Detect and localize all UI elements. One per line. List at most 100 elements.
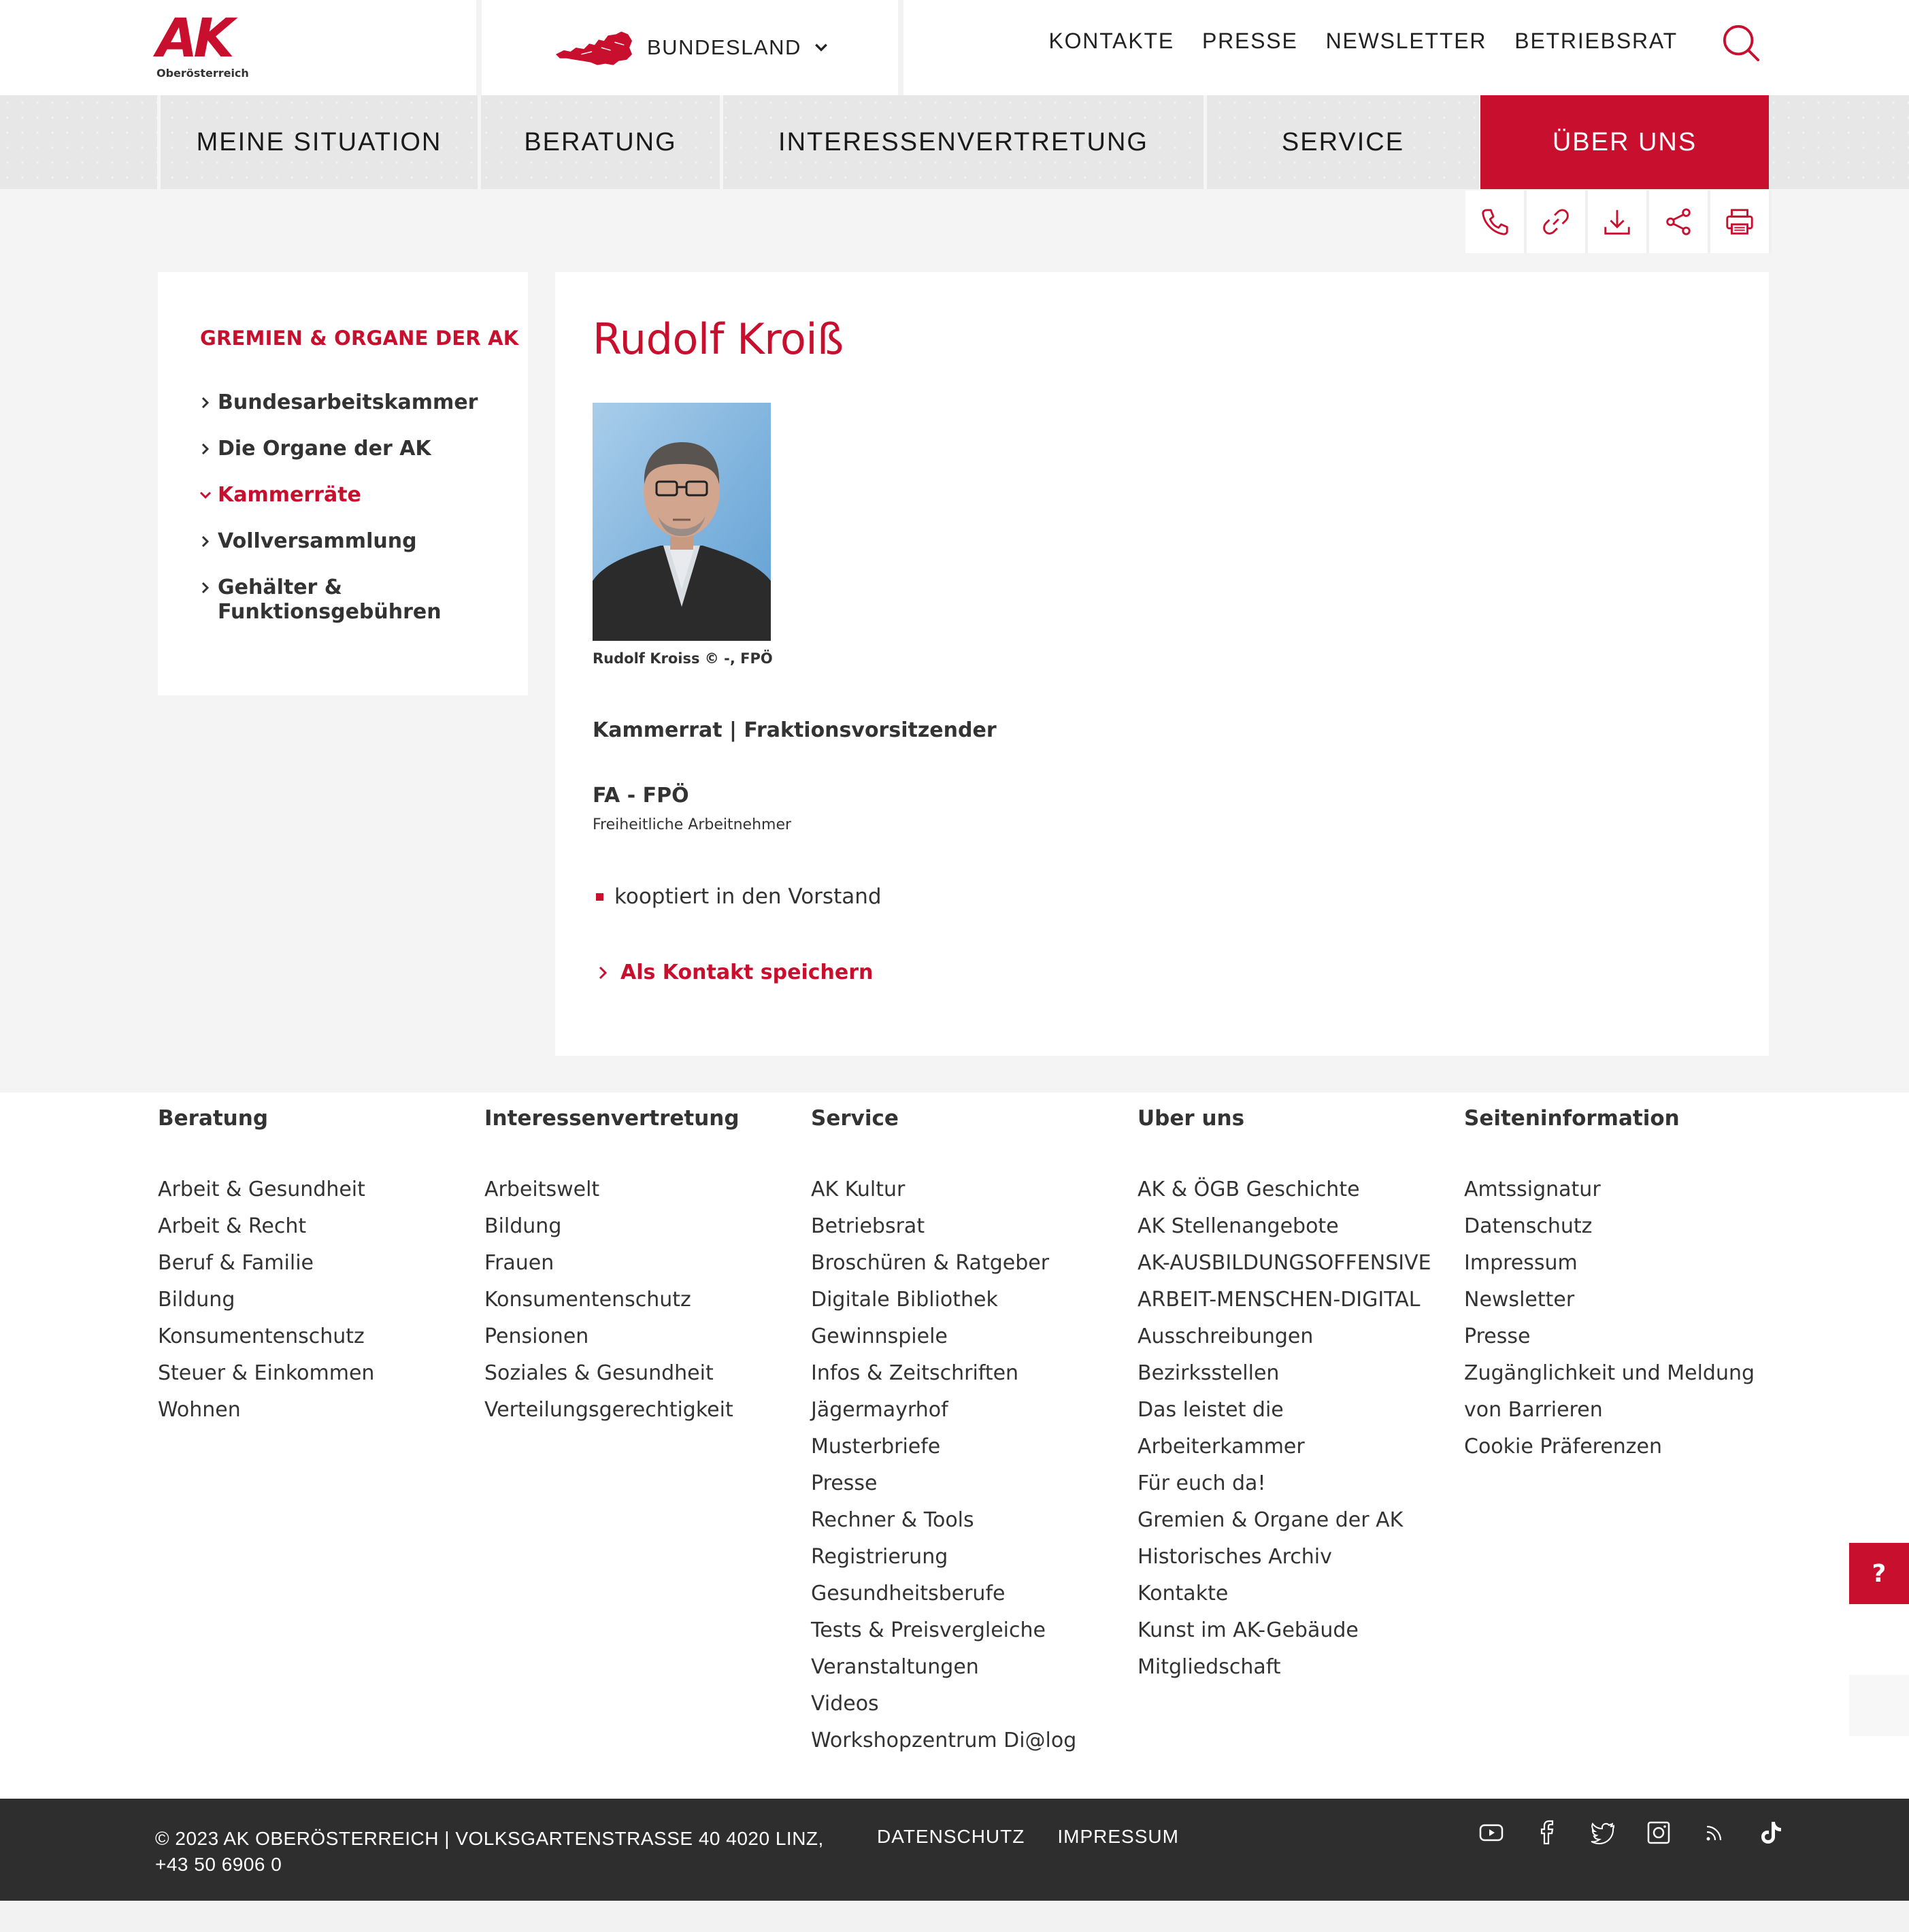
nav-beratung[interactable]: BERATUNG (481, 95, 720, 189)
top-links: KONTAKTE PRESSE NEWSLETTER BETRIEBSRAT (1048, 29, 1678, 54)
footer-link[interactable]: Bezirksstellen (1138, 1355, 1431, 1392)
footer-link[interactable]: Jägermayrhof (811, 1392, 1076, 1429)
footer-link[interactable]: Datenschutz (1464, 1208, 1755, 1245)
footer-link[interactable]: AK Stellenangebote (1138, 1208, 1431, 1245)
top-link-betriebsrat[interactable]: BETRIEBSRAT (1514, 29, 1678, 54)
save-contact-link[interactable]: Als Kontakt speichern (597, 961, 873, 984)
footer-link[interactable]: Pensionen (484, 1318, 740, 1355)
nav-meine-situation[interactable]: MEINE SITUATION (161, 95, 478, 189)
top-link-kontakte[interactable]: KONTAKTE (1048, 29, 1174, 54)
footer-link[interactable]: Kontakte (1138, 1576, 1431, 1612)
nav-interessenvertretung[interactable]: INTERESSENVERTRETUNG (723, 95, 1204, 189)
footer-link[interactable]: Veranstaltungen (811, 1649, 1076, 1686)
footer-link[interactable]: Arbeiterkammer (1138, 1429, 1431, 1465)
ak-logo[interactable]: AK Oberösterreich (156, 12, 249, 80)
help-button[interactable]: ? (1849, 1543, 1909, 1604)
footer-link[interactable]: Gremien & Organe der AK (1138, 1502, 1431, 1539)
copy-link-button[interactable] (1527, 190, 1588, 253)
sidebar-item-gehaelter[interactable]: Gehälter & Funktionsgebühren (200, 576, 486, 624)
bottom-bar: © 2023 AK OBERÖSTERREICH | VOLKSGARTENST… (0, 1799, 1909, 1901)
footer-link[interactable]: Beruf & Familie (158, 1245, 374, 1282)
footer-link[interactable]: Konsumentenschutz (158, 1318, 374, 1355)
back-to-top-button[interactable] (1849, 1675, 1909, 1736)
rss-icon[interactable] (1699, 1818, 1729, 1848)
footer-column-service: Service AK Kultur Betriebsrat Broschüren… (811, 1106, 1076, 1759)
footer-link[interactable]: Tests & Preisvergleiche (811, 1612, 1076, 1649)
download-button[interactable] (1588, 190, 1649, 253)
footer-link[interactable]: Presse (1464, 1318, 1755, 1355)
footer-link[interactable]: Gesundheitsberufe (811, 1576, 1076, 1612)
footer-link[interactable]: Registrierung (811, 1539, 1076, 1576)
sidebar-title[interactable]: GREMIEN & ORGANE DER AK (200, 327, 528, 350)
footer-link[interactable]: AK & ÖGB Geschichte (1138, 1171, 1431, 1208)
footer-link[interactable]: Arbeit & Recht (158, 1208, 374, 1245)
phone-button[interactable] (1465, 190, 1527, 253)
sidebar-item-kammerraete[interactable]: Kammerräte (200, 483, 486, 507)
footer-link[interactable]: Wohnen (158, 1392, 374, 1429)
footer-link[interactable]: Musterbriefe (811, 1429, 1076, 1465)
footer-link[interactable]: Soziales & Gesundheit (484, 1355, 740, 1392)
share-button[interactable] (1649, 190, 1710, 253)
tiktok-icon[interactable] (1755, 1818, 1785, 1848)
footer-link[interactable]: Impressum (1464, 1245, 1755, 1282)
footer-link[interactable]: Infos & Zeitschriften (811, 1355, 1076, 1392)
top-link-newsletter[interactable]: NEWSLETTER (1326, 29, 1487, 54)
footer-link[interactable]: Mitgliedschaft (1138, 1649, 1431, 1686)
search-icon[interactable] (1721, 23, 1761, 63)
print-button[interactable] (1710, 190, 1772, 253)
footer-link[interactable]: Newsletter (1464, 1282, 1755, 1318)
footer-link[interactable]: Für euch da! (1138, 1465, 1431, 1502)
youtube-icon[interactable] (1476, 1818, 1506, 1848)
top-header: AK Oberösterreich BUNDESLAND KONTAKTE PR… (0, 0, 1909, 95)
footer-link[interactable]: Verteilungsgerechtigkeit (484, 1392, 740, 1429)
chevron-right-icon (201, 444, 210, 454)
footer-link[interactable]: Gewinnspiele (811, 1318, 1076, 1355)
footer-link[interactable]: Amtssignatur (1464, 1171, 1755, 1208)
footer-link[interactable]: Workshopzentrum Di@log (811, 1722, 1076, 1759)
footer-link[interactable]: Ausschreibungen (1138, 1318, 1431, 1355)
footer-link[interactable]: Historisches Archiv (1138, 1539, 1431, 1576)
footer-link[interactable]: von Barrieren (1464, 1392, 1755, 1429)
main-nav: MEINE SITUATION BERATUNG INTERESSENVERTR… (0, 95, 1909, 189)
footer-link[interactable]: Frauen (484, 1245, 740, 1282)
footer-link[interactable]: Videos (811, 1686, 1076, 1722)
chevron-right-icon (201, 397, 210, 408)
footer-link[interactable]: Betriebsrat (811, 1208, 1076, 1245)
nav-ueber-uns[interactable]: ÜBER UNS (1480, 95, 1769, 189)
sidebar-item-vollversammlung[interactable]: Vollversammlung (200, 529, 486, 554)
footer-link[interactable]: Cookie Präferenzen (1464, 1429, 1755, 1465)
footer-link[interactable]: Das leistet die (1138, 1392, 1431, 1429)
footer-link[interactable]: Bildung (158, 1282, 374, 1318)
footer-link[interactable]: Digitale Bibliothek (811, 1282, 1076, 1318)
footer-link[interactable]: Konsumentenschutz (484, 1282, 740, 1318)
bundesland-selector[interactable]: BUNDESLAND (554, 26, 829, 69)
logo-region: Oberösterreich (156, 67, 249, 80)
footer-link[interactable]: AK Kultur (811, 1171, 1076, 1208)
footer-link[interactable]: Steuer & Einkommen (158, 1355, 374, 1392)
nav-service[interactable]: SERVICE (1207, 95, 1479, 189)
footer-link[interactable]: Kunst im AK-Gebäude (1138, 1612, 1431, 1649)
sidebar-item-bundesarbeitskammer[interactable]: Bundesarbeitskammer (200, 390, 486, 415)
footer-link[interactable]: ARBEIT-MENSCHEN-DIGITAL (1138, 1282, 1431, 1318)
instagram-icon[interactable] (1644, 1818, 1674, 1848)
top-link-presse[interactable]: PRESSE (1202, 29, 1298, 54)
footer-link[interactable]: Zugänglichkeit und Meldung (1464, 1355, 1755, 1392)
footer-link[interactable]: Arbeitswelt (484, 1171, 740, 1208)
footer-link[interactable]: Bildung (484, 1208, 740, 1245)
twitter-icon[interactable] (1588, 1818, 1618, 1848)
save-contact-label: Als Kontakt speichern (620, 961, 874, 984)
footer-link[interactable]: Arbeit & Gesundheit (158, 1171, 374, 1208)
bottom-link-impressum[interactable]: IMPRESSUM (1057, 1826, 1179, 1848)
footer-column-beratung: Beratung Arbeit & Gesundheit Arbeit & Re… (158, 1106, 374, 1429)
bottom-link-datenschutz[interactable]: DATENSCHUTZ (877, 1826, 1025, 1848)
chevron-down-icon (200, 491, 211, 499)
footer-link[interactable]: Broschüren & Ratgeber (811, 1245, 1076, 1282)
facebook-icon[interactable] (1532, 1818, 1562, 1848)
bundesland-label: BUNDESLAND (647, 35, 801, 59)
chevron-down-icon (815, 44, 827, 52)
footer-link[interactable]: AK-AUSBILDUNGSOFFENSIVE (1138, 1245, 1431, 1282)
sidebar-item-organe[interactable]: Die Organe der AK (200, 437, 486, 461)
footer-link[interactable]: Rechner & Tools (811, 1502, 1076, 1539)
footer-link[interactable]: Presse (811, 1465, 1076, 1502)
footer-column-seiteninformation: Seiteninformation Amtssignatur Datenschu… (1464, 1106, 1755, 1465)
